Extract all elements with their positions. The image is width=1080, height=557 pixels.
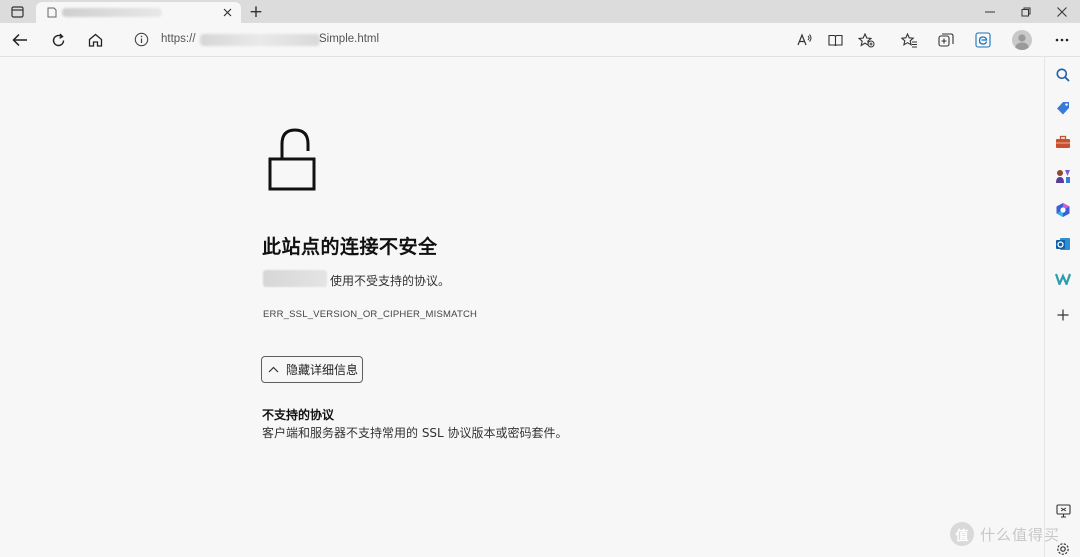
error-description: 使用不受支持的协议。 [330, 274, 451, 288]
tab-actions-icon [10, 5, 24, 18]
search-icon [1056, 68, 1070, 82]
hostname-redacted [263, 270, 327, 287]
settings-more-button[interactable] [1049, 28, 1075, 52]
read-aloud-button[interactable] [792, 28, 818, 52]
new-tab-button[interactable]: + [246, 0, 266, 23]
browser-toolbar: https:// Simple.html [0, 23, 1080, 57]
reading-view-button[interactable] [822, 28, 848, 52]
office-icon [1056, 203, 1070, 217]
url-prefix: https:// [161, 33, 196, 45]
home-button[interactable] [82, 28, 108, 52]
url-suffix: Simple.html [319, 33, 380, 45]
sidebar-shopping-button[interactable] [1053, 98, 1073, 118]
toolbox-icon [1056, 135, 1070, 148]
minimize-button[interactable] [972, 0, 1008, 23]
sidebar-games-button[interactable] [1053, 166, 1073, 186]
detail-heading: 不支持的协议 [262, 408, 335, 422]
arrow-left-icon [12, 33, 27, 47]
add-icon [1057, 309, 1069, 321]
sidebar-add-button[interactable] [1053, 305, 1073, 325]
watermark-text: 什么值得买 [980, 525, 1061, 544]
sidebar-tools-button[interactable] [1053, 132, 1073, 152]
hide-details-label: 隐藏详细信息 [286, 363, 359, 377]
read-aloud-icon [797, 33, 812, 46]
collections-button[interactable] [933, 28, 959, 52]
page-title: 此站点的连接不安全 [262, 236, 438, 258]
add-favorite-button[interactable] [853, 28, 879, 52]
tab-title-redacted [62, 8, 162, 17]
detail-text: 客户端和服务器不支持常用的 SSL 协议版本或密码套件。 [262, 426, 568, 440]
watermark-logo: 值 [950, 522, 974, 546]
profile-avatar[interactable] [1012, 30, 1032, 50]
favorites-button[interactable] [896, 28, 922, 52]
error-code: ERR_SSL_VERSION_OR_CIPHER_MISMATCH [263, 309, 478, 320]
back-button[interactable] [7, 28, 33, 52]
error-page: 此站点的连接不安全 使用不受支持的协议。 ERR_SSL_VERSION_OR_… [0, 57, 1044, 557]
designer-icon [1055, 272, 1071, 285]
sidebar-screenshot-button[interactable] [1053, 501, 1073, 521]
shopping-tag-icon [1056, 101, 1069, 114]
tab-close-button[interactable] [220, 5, 235, 20]
close-icon [223, 8, 232, 17]
screenshot-icon [1055, 504, 1071, 518]
close-window-button[interactable] [1044, 0, 1080, 23]
sidebar-designer-button[interactable] [1053, 268, 1073, 288]
tab-active[interactable] [36, 2, 241, 23]
sidebar-outlook-button[interactable] [1053, 234, 1073, 254]
more-icon [1055, 38, 1069, 42]
hide-details-button[interactable]: 隐藏详细信息 [261, 356, 363, 383]
url-redacted [200, 34, 320, 46]
page-icon [47, 7, 57, 18]
user-icon [1015, 34, 1029, 50]
edge-browser-icon [975, 32, 991, 48]
watermark: 值 什么值得买 [950, 522, 1060, 546]
info-icon[interactable] [134, 32, 149, 47]
unlocked-padlock-icon [268, 128, 316, 191]
home-icon [88, 33, 102, 47]
star-add-icon [857, 32, 874, 47]
edge-feature-button[interactable] [970, 28, 996, 52]
sidebar-office-button[interactable] [1053, 200, 1073, 220]
favorites-icon [900, 32, 917, 47]
minimize-icon [985, 11, 995, 12]
chevron-up-icon [268, 366, 279, 373]
book-icon [827, 34, 843, 46]
refresh-icon [52, 33, 64, 46]
restore-icon [1021, 7, 1031, 16]
restore-button[interactable] [1008, 0, 1044, 23]
tab-actions-button[interactable] [6, 0, 28, 23]
tab-strip: + [0, 0, 1080, 23]
refresh-button[interactable] [45, 28, 71, 52]
collections-icon [938, 32, 954, 47]
close-icon [1057, 6, 1067, 17]
outlook-icon [1056, 237, 1070, 250]
games-icon [1056, 170, 1070, 183]
edge-sidebar [1044, 57, 1080, 557]
address-bar[interactable]: https:// Simple.html [124, 27, 788, 53]
sidebar-search-button[interactable] [1053, 65, 1073, 85]
